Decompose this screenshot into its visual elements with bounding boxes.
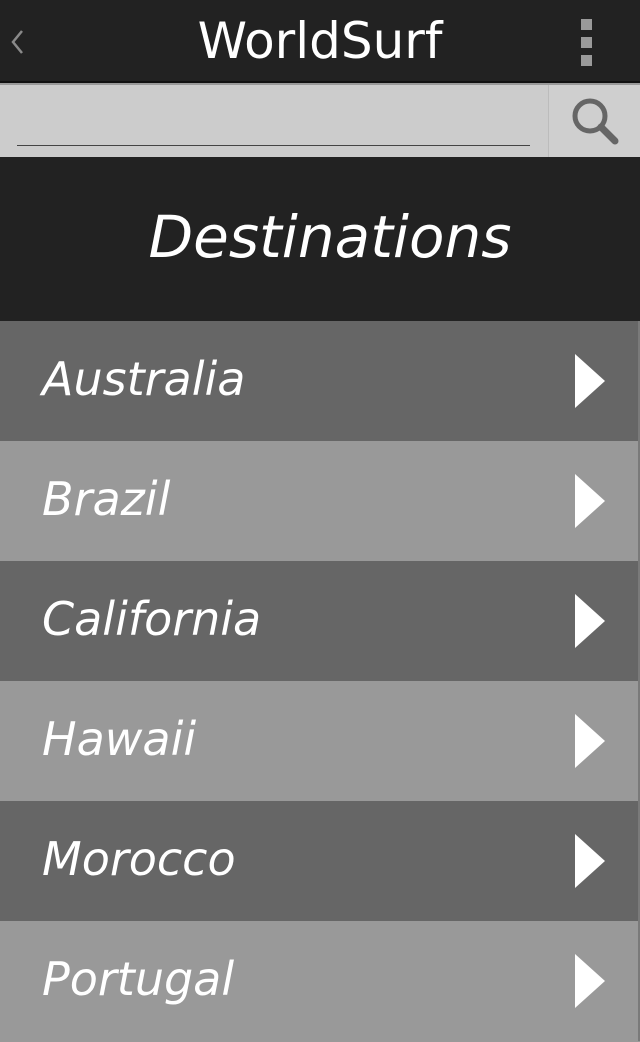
list-item-label: Hawaii <box>42 712 197 766</box>
list-item-label: Portugal <box>42 952 235 1006</box>
list-item-label: California <box>42 592 262 646</box>
list-item-label: Brazil <box>42 472 171 526</box>
list-item-label: Australia <box>42 352 246 406</box>
search-field-container <box>0 85 548 157</box>
chevron-right-icon <box>575 954 605 1008</box>
app-title: WorldSurf <box>197 12 443 70</box>
list-item-australia[interactable]: Australia <box>0 321 640 441</box>
chevron-right-icon <box>575 834 605 888</box>
list-item-morocco[interactable]: Morocco <box>0 801 640 921</box>
search-button[interactable] <box>549 85 640 157</box>
search-icon <box>572 98 618 145</box>
chevron-right-icon <box>575 474 605 528</box>
chevron-right-icon <box>575 594 605 648</box>
chevron-right-icon <box>575 354 605 408</box>
overflow-menu-icon-dot <box>580 36 592 48</box>
list-item-portugal[interactable]: Portugal <box>0 921 640 1041</box>
section-title: Destinations <box>148 203 512 271</box>
list-item-hawaii[interactable]: Hawaii <box>0 681 640 801</box>
overflow-menu-icon-dot <box>580 54 592 66</box>
list-item-label: Morocco <box>42 832 236 886</box>
section-header: Destinations <box>0 157 640 321</box>
overflow-menu-icon <box>580 18 592 30</box>
overflow-menu-button[interactable] <box>568 16 604 68</box>
app-screen: WorldSurf Destinations Australia Brazil … <box>0 0 640 1042</box>
search-input[interactable] <box>17 95 530 146</box>
list-item-brazil[interactable]: Brazil <box>0 441 640 561</box>
search-bar <box>0 85 640 157</box>
destination-list: Australia Brazil California Hawaii Moroc… <box>0 321 640 1041</box>
list-item-california[interactable]: California <box>0 561 640 681</box>
top-app-bar: WorldSurf <box>0 0 640 83</box>
chevron-right-icon <box>575 714 605 768</box>
